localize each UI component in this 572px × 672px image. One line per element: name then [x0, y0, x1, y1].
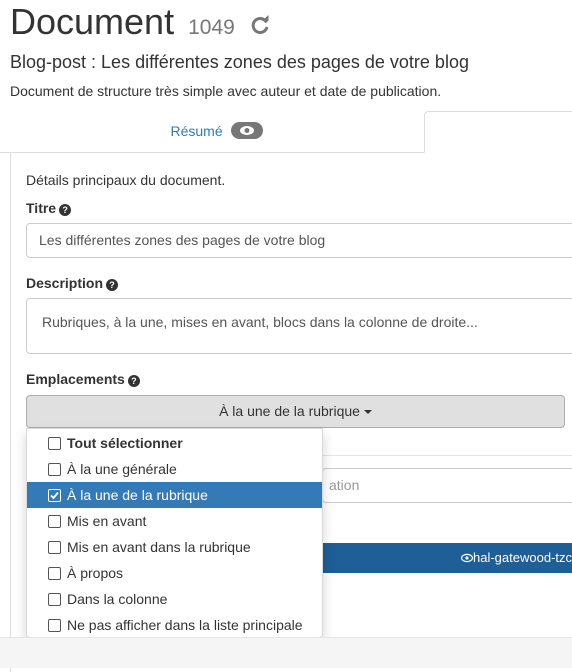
document-title: Document	[10, 1, 175, 42]
panel-intro: Détails principaux du document.	[26, 172, 226, 188]
titre-label-text: Titre	[26, 200, 57, 216]
titre-label: Titre?	[26, 199, 72, 217]
option-label: Tout sélectionner	[67, 435, 183, 451]
option-mis-en-avant-rubrique[interactable]: Mis en avant dans la rubrique	[27, 534, 322, 560]
option-label: Mis en avant	[67, 513, 147, 529]
panel-footer	[0, 637, 572, 668]
tab-resume[interactable]: Résumé	[10, 111, 423, 152]
checkbox[interactable]	[48, 489, 61, 502]
option-select-all[interactable]: Tout sélectionner	[27, 430, 322, 456]
checkbox[interactable]	[48, 541, 61, 554]
description-label: Description?	[26, 274, 119, 292]
titre-input[interactable]: Les différentes zones des pages de votre…	[26, 223, 572, 258]
option-label: À la une de la rubrique	[67, 487, 208, 503]
option-une-generale[interactable]: À la une générale	[27, 456, 322, 482]
refresh-icon[interactable]	[249, 2, 271, 46]
description-label-text: Description	[26, 275, 104, 291]
checkbox[interactable]	[48, 463, 61, 476]
option-a-propos[interactable]: À propos	[27, 560, 322, 586]
emplacements-dropdown-button[interactable]: À la une de la rubrique	[26, 395, 565, 428]
document-description: Document de structure très simple avec a…	[10, 83, 442, 99]
description-textarea[interactable]: Rubriques, à la une, mises en avant, blo…	[26, 298, 572, 354]
option-label: À propos	[67, 565, 124, 581]
titre-value: Les différentes zones des pages de votre…	[39, 232, 326, 248]
option-une-rubrique[interactable]: À la une de la rubrique	[27, 482, 322, 508]
emplacements-dropdown-menu: Tout sélectionner À la une générale À la…	[26, 428, 323, 638]
document-id: 1049	[188, 16, 235, 39]
emplacements-selected: À la une de la rubrique	[219, 403, 360, 419]
option-label: Ne pas afficher dans la liste principale	[67, 617, 303, 633]
option-dans-la-colonne[interactable]: Dans la colonne	[27, 586, 322, 612]
hidden-input-fragment: ation	[329, 477, 360, 493]
checkbox[interactable]	[48, 515, 61, 528]
emplacements-label-text: Emplacements	[26, 371, 125, 387]
eye-icon	[230, 122, 263, 139]
page-title: Document 1049	[10, 0, 271, 50]
author-chip: hal-gatewood-tzc	[460, 543, 572, 573]
tab-resume-label: Résumé	[170, 123, 223, 139]
question-circle-icon: ?	[127, 375, 140, 387]
option-label: Dans la colonne	[67, 591, 168, 607]
checkbox[interactable]	[48, 593, 61, 606]
tab-active[interactable]	[424, 111, 572, 153]
hidden-input[interactable]: ation	[322, 468, 572, 503]
option-ne-pas-afficher[interactable]: Ne pas afficher dans la liste principale	[27, 612, 322, 638]
question-circle-icon: ?	[59, 204, 72, 216]
option-label: À la une générale	[67, 461, 177, 477]
author-chip-label: hal-gatewood-tzc	[473, 550, 572, 565]
eye-icon	[460, 553, 474, 563]
option-label: Mis en avant dans la rubrique	[67, 539, 251, 555]
checkbox[interactable]	[48, 437, 61, 450]
caret-down-icon	[363, 410, 372, 414]
checkbox[interactable]	[48, 619, 61, 632]
question-circle-icon: ?	[106, 279, 119, 291]
option-mis-en-avant[interactable]: Mis en avant	[27, 508, 322, 534]
emplacements-label: Emplacements?	[26, 370, 140, 388]
checkbox[interactable]	[48, 567, 61, 580]
check-icon	[50, 491, 59, 500]
document-subtitle: Blog-post : Les différentes zones des pa…	[10, 52, 469, 72]
description-value: Rubriques, à la une, mises en avant, blo…	[42, 314, 478, 330]
